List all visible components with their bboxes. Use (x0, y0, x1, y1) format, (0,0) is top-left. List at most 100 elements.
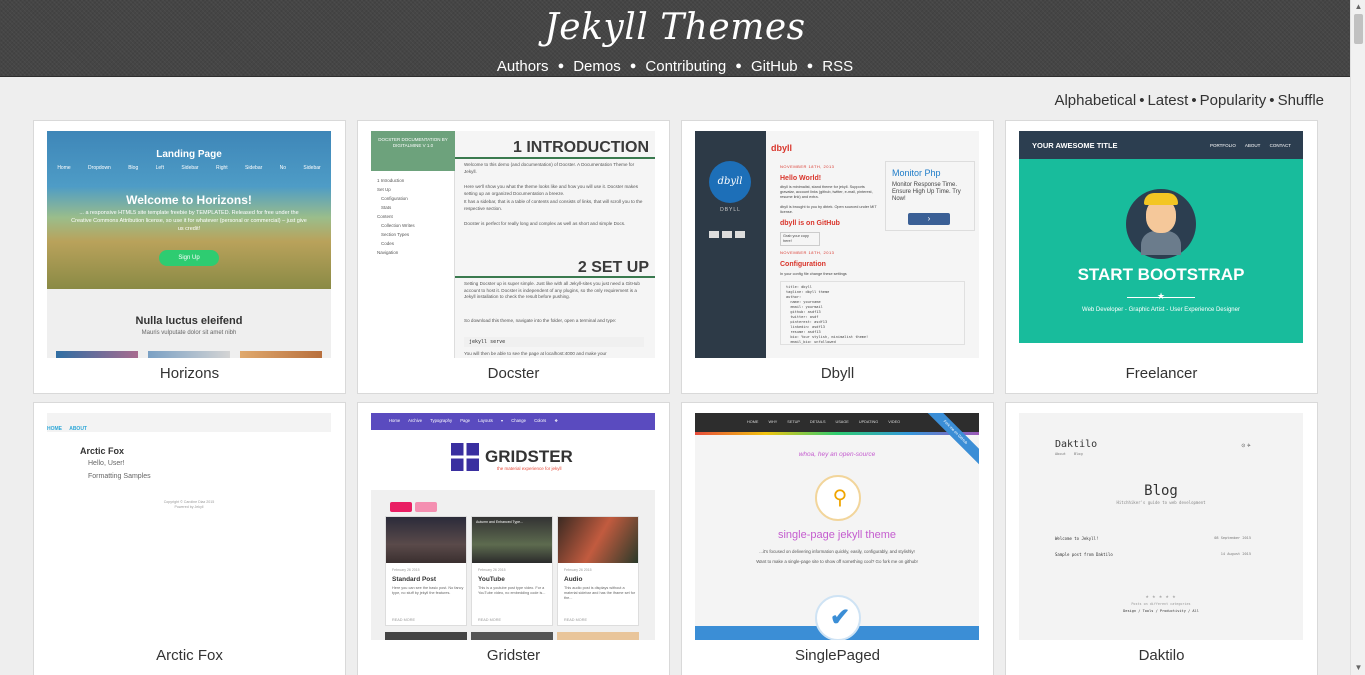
sort-latest[interactable]: Latest (1147, 92, 1188, 109)
preview-text: DBYLL (720, 207, 741, 213)
preview-text: ★ ★ ★ ★ ★ (1145, 594, 1177, 599)
preview-text: This audio post is displays without a ma… (564, 586, 636, 600)
preview-image (386, 517, 466, 563)
theme-preview-dbyll[interactable]: dbyll DBYLL dbyll NOVEMBER 18TH, 2013 He… (695, 131, 979, 358)
preview-icon (722, 231, 732, 238)
preview-text: Welcome to Jekyll! (1055, 536, 1099, 541)
preview-text: Section Types (381, 232, 410, 237)
preview-icon-circle: ⚲ (815, 475, 861, 521)
theme-card-freelancer[interactable]: YOUR AWESOME TITLE PORTFOLIO ABOUT CONTA… (1005, 120, 1318, 394)
preview-text: Configuration (780, 261, 826, 268)
preview-text: Web Developer - Graphic Artist - User Ex… (1082, 307, 1240, 313)
preview-text: START BOOTSTRAP (1077, 265, 1245, 284)
sort-popularity[interactable]: Popularity (1200, 92, 1267, 109)
preview-filter (415, 502, 437, 512)
scroll-up-icon[interactable]: ▲ (1351, 0, 1365, 14)
theme-name[interactable]: Gridster (358, 647, 669, 664)
bicycle-icon: ⚲ (832, 487, 848, 509)
sort-alphabetical[interactable]: Alphabetical (1054, 92, 1136, 109)
preview-text: Powered by Jekyll (174, 505, 204, 509)
preview-text: Setting Docster up is super simple. Just… (464, 281, 640, 299)
theme-card-docster[interactable]: DOCSTER DOCUMENTATION BY DIGITALMINE V 1… (357, 120, 670, 394)
preview-arrow-icon: › (908, 213, 950, 225)
preview-icon (735, 231, 745, 238)
preview-text: Set Up (377, 187, 391, 192)
theme-preview-singlepaged[interactable]: HOME WHY SETUP DETAILS USAGE UPDATING VI… (695, 413, 979, 640)
theme-preview-gridster[interactable]: Home Archive Typography Page Layouts ▾ C… (371, 413, 655, 640)
theme-card-singlepaged[interactable]: HOME WHY SETUP DETAILS USAGE UPDATING VI… (681, 402, 994, 675)
page-scrollbar[interactable]: ▲ ▼ (1350, 0, 1365, 675)
preview-text: Grab your copy here! (780, 232, 820, 246)
preview-text: Daktilo (1055, 439, 1098, 450)
preview-filter (390, 502, 412, 512)
preview-icon (709, 231, 719, 238)
preview-text: Formatting Samples (88, 473, 151, 480)
theme-name[interactable]: Arctic Fox (34, 647, 345, 664)
theme-name[interactable]: SinglePaged (682, 647, 993, 664)
theme-name[interactable]: Horizons (34, 365, 345, 382)
preview-text: Monitor Php (892, 168, 941, 178)
preview-ad: Monitor Php Monitor Response Time. Ensur… (885, 161, 975, 231)
preview-text: Navigation (377, 250, 399, 255)
theme-preview-arctic-fox[interactable]: HOME ABOUT Arctic Fox Hello, User! Forma… (47, 413, 331, 640)
sort-shuffle[interactable]: Shuffle (1278, 92, 1324, 109)
preview-text: 1 INTRODUCTION (513, 139, 649, 156)
sort-separator: • (1191, 92, 1197, 109)
preview-image (385, 632, 467, 640)
theme-card-dbyll[interactable]: dbyll DBYLL dbyll NOVEMBER 18TH, 2013 He… (681, 120, 994, 394)
preview-text: Blog (1144, 483, 1178, 499)
preview-text: dbyll is on GitHub (780, 220, 840, 227)
theme-name[interactable]: Docster (358, 365, 669, 382)
preview-text: Mauris vulputate dolor sit amet nibh (141, 330, 237, 336)
preview-text: This is a youtube post type video. For a… (478, 586, 546, 595)
preview-text: 2 SET UP (577, 259, 649, 276)
preview-sidebar: dbyll DBYLL (695, 131, 766, 358)
theme-preview-freelancer[interactable]: YOUR AWESOME TITLE PORTFOLIO ABOUT CONTA… (1019, 131, 1303, 358)
preview-text: Stats (381, 205, 392, 210)
theme-preview-horizons[interactable]: Landing Page Home Dropdown Blog Left Sid… (47, 131, 331, 358)
preview-image (471, 632, 553, 640)
theme-preview-docster[interactable]: DOCSTER DOCUMENTATION BY DIGITALMINE V 1… (371, 131, 655, 358)
theme-card-horizons[interactable]: Landing Page Home Dropdown Blog Left Sid… (33, 120, 346, 394)
preview-text: HOME WHY SETUP DETAILS USAGE UPDATING VI… (747, 420, 901, 424)
theme-name[interactable]: Dbyll (682, 365, 993, 382)
theme-card-gridster[interactable]: Home Archive Typography Page Layouts ▾ C… (357, 402, 670, 675)
preview-text: single-page jekyll theme (777, 529, 896, 541)
theme-card-daktilo[interactable]: Daktilo About Blog ⊙ ✈ Blog Hitchhiker's… (1005, 402, 1318, 675)
preview-text: HOME ABOUT (47, 426, 87, 432)
nav-rss[interactable]: RSS (822, 58, 853, 75)
preview-text: dbyll is minimalist, stand theme for jek… (780, 185, 873, 199)
preview-text: 08 September 2015 (1214, 536, 1251, 540)
theme-preview-daktilo[interactable]: Daktilo About Blog ⊙ ✈ Blog Hitchhiker's… (1019, 413, 1303, 640)
nav-demos[interactable]: Demos (573, 58, 621, 75)
preview-navbar: YOUR AWESOME TITLE PORTFOLIO ABOUT CONTA… (1019, 131, 1303, 159)
preview-text: READ MORE (478, 618, 501, 622)
nav-contributing[interactable]: Contributing (645, 58, 726, 75)
scroll-down-icon[interactable]: ▼ (1351, 661, 1365, 675)
scrollbar-thumb[interactable] (1354, 14, 1363, 44)
preview-text: Sign Up (159, 250, 219, 266)
preview-text: Home Archive Typography Page Layouts ▾ C… (389, 418, 559, 423)
preview-text: Home Dropdown Blog Left Sidebar Right Si… (57, 165, 321, 171)
preview-image (148, 351, 230, 358)
preview-sidebar: DOCSTER DOCUMENTATION BY DIGITALMINE V 1… (371, 131, 455, 358)
preview-text: YOUR AWESOME TITLE (1032, 141, 1118, 150)
theme-name[interactable]: Freelancer (1006, 365, 1317, 382)
preview-post-card: Autumn and Enhanced Type... February 26 … (471, 516, 553, 626)
nav-github[interactable]: GitHub (751, 58, 798, 75)
preview-text: YouTube (478, 576, 505, 583)
theme-name[interactable]: Daktilo (1006, 647, 1317, 664)
preview-text: February 26 2015 (564, 568, 592, 572)
preview-image: Autumn and Enhanced Type... (472, 517, 552, 563)
preview-text: February 26 2015 (392, 568, 420, 572)
site-title[interactable]: Jekyll Themes (0, 6, 1350, 50)
preview-text: Standard Post (392, 576, 437, 583)
preview-text: Autumn and Enhanced Type... (476, 520, 524, 524)
preview-text: ...it's focused on delivering informatio… (759, 549, 915, 554)
preview-text: READ MORE (392, 618, 415, 622)
preview-icon-circle: ✔ (815, 595, 861, 640)
nav-authors[interactable]: Authors (497, 58, 549, 75)
preview-hero: Landing Page Home Dropdown Blog Left Sid… (47, 131, 331, 289)
preview-text: About Blog (1055, 452, 1083, 456)
theme-card-arctic-fox[interactable]: HOME ABOUT Arctic Fox Hello, User! Forma… (33, 402, 346, 675)
